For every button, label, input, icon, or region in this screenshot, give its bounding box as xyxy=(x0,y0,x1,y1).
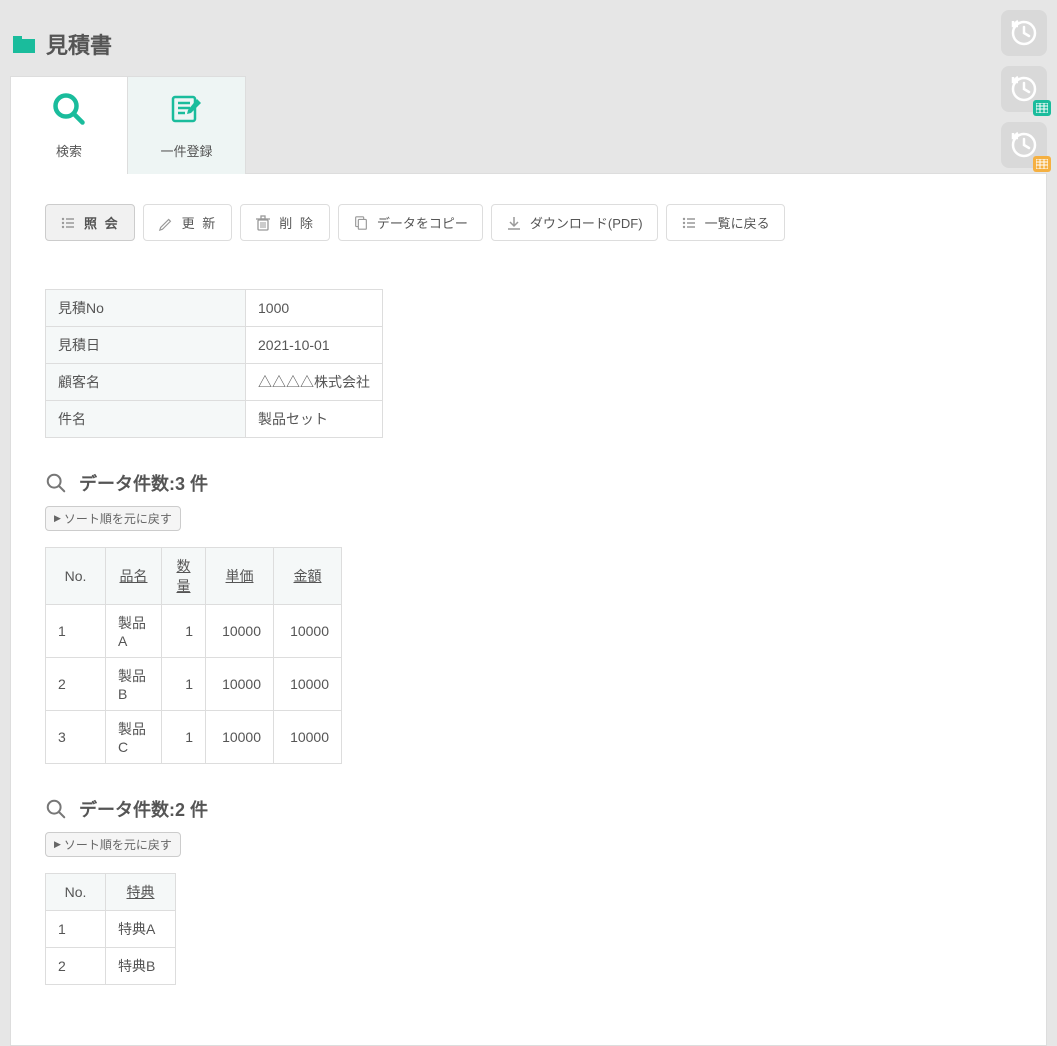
value-subject: 製品セット xyxy=(246,401,383,438)
table-row: 見積日 2021-10-01 xyxy=(46,327,383,364)
value-customer: △△△△株式会社 xyxy=(246,364,383,401)
cell-qty: 1 xyxy=(162,711,206,764)
tab-register-label: 一件登録 xyxy=(160,141,212,160)
col-price[interactable]: 単価 xyxy=(206,548,274,605)
bonus-table: No. 特典 1特典A2特典B xyxy=(45,873,176,985)
triangle-icon: ▶ xyxy=(54,839,61,850)
products-table: No. 品名 数量 単価 金額 1製品A110000100002製品B11000… xyxy=(45,547,342,764)
update-button[interactable]: 更 新 xyxy=(143,204,233,241)
floating-history-stack xyxy=(1001,10,1047,168)
col-bonus[interactable]: 特典 xyxy=(106,874,176,911)
label-customer: 顧客名 xyxy=(46,364,246,401)
grid-badge-teal xyxy=(1033,100,1051,116)
cell-no: 2 xyxy=(46,948,106,985)
cell-name: 製品B xyxy=(106,658,162,711)
tab-register[interactable]: 一件登録 xyxy=(128,76,246,174)
delete-button-label: 削 除 xyxy=(279,213,315,232)
table-row: 1特典A xyxy=(46,911,176,948)
history-icon xyxy=(1010,75,1038,103)
label-estimate-no: 見積No xyxy=(46,290,246,327)
col-no: No. xyxy=(46,548,106,605)
download-icon xyxy=(506,215,522,231)
value-estimate-date: 2021-10-01 xyxy=(246,327,383,364)
triangle-icon: ▶ xyxy=(54,513,61,524)
reset-sort-button-1[interactable]: ▶ ソート順を元に戻す xyxy=(45,506,181,531)
cell-amount: 10000 xyxy=(274,658,342,711)
grid-badge-orange xyxy=(1033,156,1051,172)
table-row: 2製品B11000010000 xyxy=(46,658,342,711)
table-row: 1製品A11000010000 xyxy=(46,605,342,658)
action-toolbar: 照 会 更 新 削 除 データをコピー ダウンロード(PDF) 一覧に戻る xyxy=(45,204,1012,241)
cell-price: 10000 xyxy=(206,711,274,764)
table-row: 見積No 1000 xyxy=(46,290,383,327)
copy-icon xyxy=(353,215,369,231)
copy-button[interactable]: データをコピー xyxy=(338,204,483,241)
download-button[interactable]: ダウンロード(PDF) xyxy=(491,204,658,241)
reset-sort-label: ソート順を元に戻す xyxy=(64,510,172,527)
cell-amount: 10000 xyxy=(274,711,342,764)
cell-price: 10000 xyxy=(206,658,274,711)
list-icon xyxy=(681,215,697,231)
col-qty[interactable]: 数量 xyxy=(162,548,206,605)
edit-icon xyxy=(169,91,205,127)
table-header-row: No. 品名 数量 単価 金額 xyxy=(46,548,342,605)
tab-search[interactable]: 検索 xyxy=(10,76,128,174)
cell-price: 10000 xyxy=(206,605,274,658)
cell-no: 1 xyxy=(46,605,106,658)
table-header-row: No. 特典 xyxy=(46,874,176,911)
reset-sort-label: ソート順を元に戻す xyxy=(64,836,172,853)
download-button-label: ダウンロード(PDF) xyxy=(530,213,643,232)
label-estimate-date: 見積日 xyxy=(46,327,246,364)
tab-search-label: 検索 xyxy=(56,141,82,160)
update-button-label: 更 新 xyxy=(182,213,218,232)
cell-no: 1 xyxy=(46,911,106,948)
history-icon xyxy=(1010,131,1038,159)
history-table-teal-button[interactable] xyxy=(1001,66,1047,112)
cell-no: 3 xyxy=(46,711,106,764)
cell-bonus: 特典B xyxy=(106,948,176,985)
pencil-icon xyxy=(158,215,174,231)
table-row: 件名 製品セット xyxy=(46,401,383,438)
history-table-orange-button[interactable] xyxy=(1001,122,1047,168)
search-icon xyxy=(45,472,67,494)
col-amount[interactable]: 金額 xyxy=(274,548,342,605)
cell-bonus: 特典A xyxy=(106,911,176,948)
table-row: 2特典B xyxy=(46,948,176,985)
cell-no: 2 xyxy=(46,658,106,711)
search-icon xyxy=(51,91,87,127)
cell-qty: 1 xyxy=(162,605,206,658)
folder-icon xyxy=(12,34,36,54)
content-panel: 照 会 更 新 削 除 データをコピー ダウンロード(PDF) 一覧に戻る 見積… xyxy=(10,173,1047,1046)
record-header-table: 見積No 1000 見積日 2021-10-01 顧客名 △△△△株式会社 件名… xyxy=(45,289,383,438)
delete-button[interactable]: 削 除 xyxy=(240,204,330,241)
back-button-label: 一覧に戻る xyxy=(705,213,770,232)
table-row: 顧客名 △△△△株式会社 xyxy=(46,364,383,401)
list-icon xyxy=(60,215,76,231)
cell-name: 製品C xyxy=(106,711,162,764)
section2-heading-text: データ件数:2 件 xyxy=(79,796,208,822)
copy-button-label: データをコピー xyxy=(377,213,468,232)
reset-sort-button-2[interactable]: ▶ ソート順を元に戻す xyxy=(45,832,181,857)
table-row: 3製品C11000010000 xyxy=(46,711,342,764)
section1-heading-text: データ件数:3 件 xyxy=(79,470,208,496)
back-to-list-button[interactable]: 一覧に戻る xyxy=(666,204,785,241)
history-button[interactable] xyxy=(1001,10,1047,56)
value-estimate-no: 1000 xyxy=(246,290,383,327)
history-icon xyxy=(1010,19,1038,47)
view-button-label: 照 会 xyxy=(84,213,120,232)
page-header: 見積書 xyxy=(0,0,1057,76)
col-no: No. xyxy=(46,874,106,911)
search-icon xyxy=(45,798,67,820)
trash-icon xyxy=(255,215,271,231)
cell-qty: 1 xyxy=(162,658,206,711)
cell-amount: 10000 xyxy=(274,605,342,658)
tab-bar: 検索 一件登録 xyxy=(0,76,1057,174)
section2-heading: データ件数:2 件 xyxy=(45,796,1012,822)
view-button[interactable]: 照 会 xyxy=(45,204,135,241)
page-title: 見積書 xyxy=(46,28,112,60)
section1-heading: データ件数:3 件 xyxy=(45,470,1012,496)
cell-name: 製品A xyxy=(106,605,162,658)
label-subject: 件名 xyxy=(46,401,246,438)
col-name[interactable]: 品名 xyxy=(106,548,162,605)
